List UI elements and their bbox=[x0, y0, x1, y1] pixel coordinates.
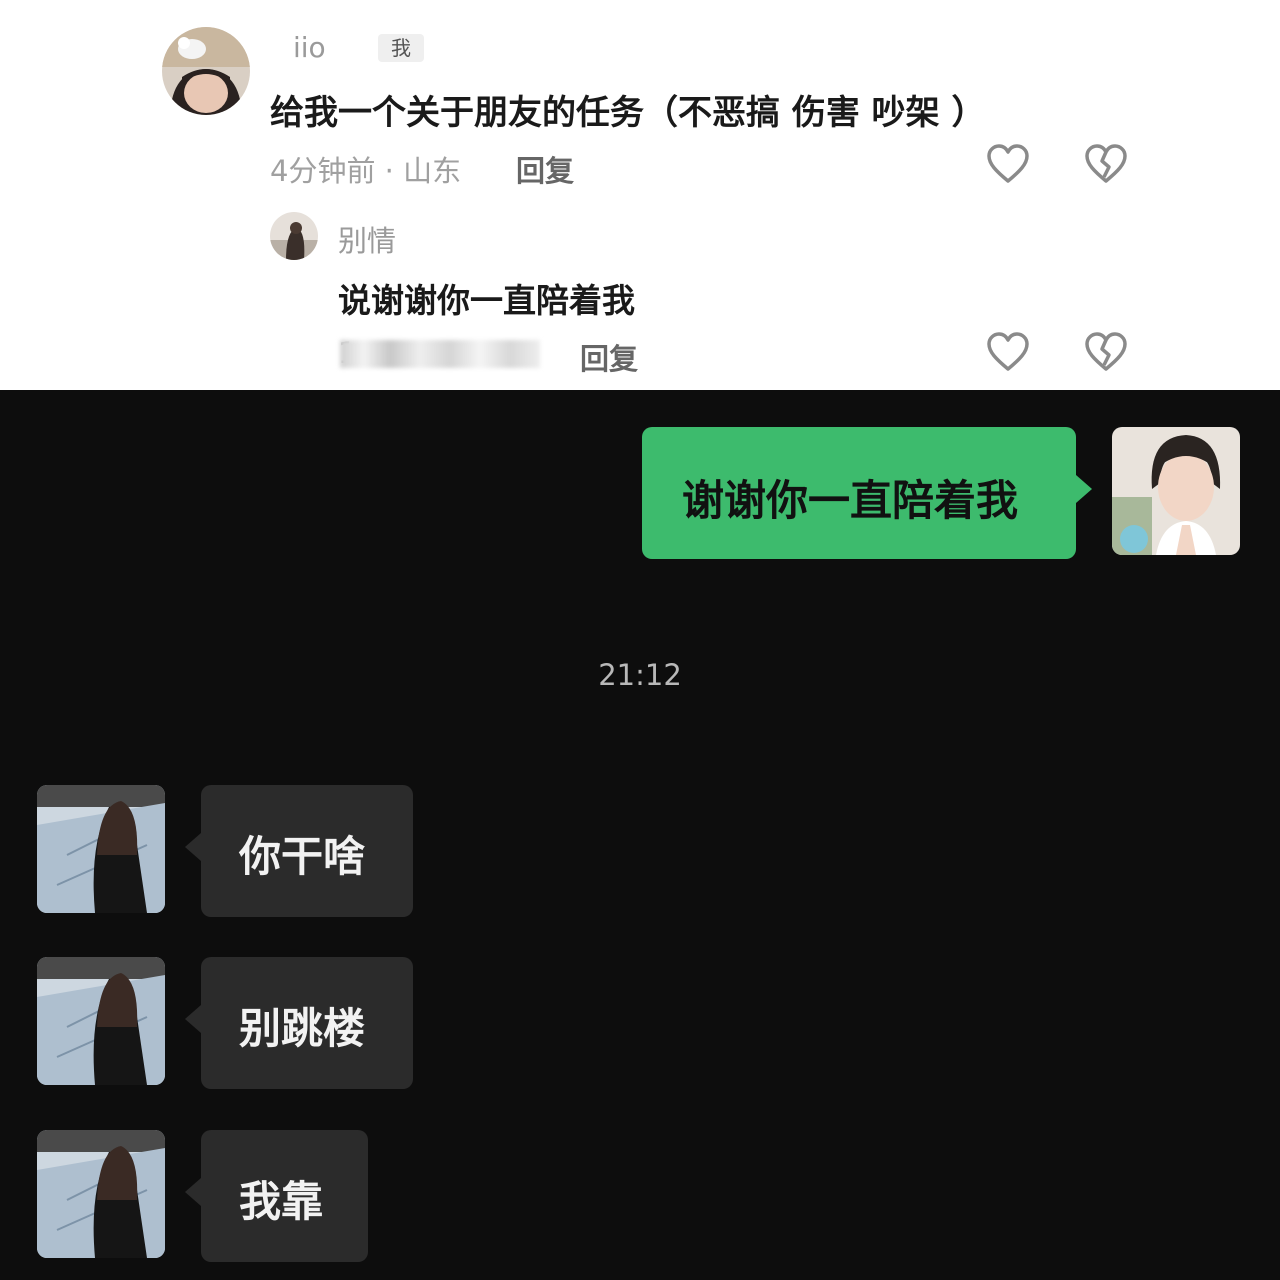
incoming-message-bubble[interactable]: 我靠 bbox=[201, 1130, 368, 1262]
contact-avatar[interactable] bbox=[37, 957, 165, 1085]
heart-outline-icon[interactable] bbox=[986, 331, 1030, 373]
reply-button[interactable]: 回复 bbox=[516, 148, 574, 190]
incoming-message-bubble[interactable]: 你干啥 bbox=[201, 785, 413, 917]
comment-meta: 4分钟前 · 山东 bbox=[270, 154, 462, 188]
chat-timestamp: 21:12 bbox=[598, 658, 682, 692]
outgoing-message-text: 谢谢你一直陪着我 bbox=[682, 476, 1019, 525]
incoming-bubble-tail bbox=[185, 1005, 201, 1033]
comment-section: iio 我 给我一个关于朋友的任务（不恶搞 伤害 吵架 ） 4分钟前 · 山东 … bbox=[0, 0, 1280, 390]
incoming-message-text: 我靠 bbox=[239, 1177, 324, 1226]
outgoing-bubble-tail bbox=[1076, 475, 1092, 503]
outgoing-message-bubble[interactable]: 谢谢你一直陪着我 bbox=[642, 427, 1076, 559]
blurred-time-location bbox=[340, 340, 540, 368]
reply-avatar[interactable] bbox=[270, 212, 318, 260]
incoming-bubble-tail bbox=[185, 833, 201, 861]
incoming-message-text: 你干啥 bbox=[239, 832, 366, 881]
reply-text: 说谢谢你一直陪着我 bbox=[338, 281, 635, 320]
reply-username[interactable]: 别情 bbox=[338, 218, 396, 260]
incoming-message-bubble[interactable]: 别跳楼 bbox=[201, 957, 413, 1089]
contact-avatar[interactable] bbox=[37, 785, 165, 913]
commenter-username[interactable]: iio bbox=[293, 31, 326, 64]
heart-outline-icon[interactable] bbox=[986, 143, 1030, 185]
reply-reply-button[interactable]: 回复 bbox=[580, 336, 638, 378]
commenter-avatar[interactable] bbox=[162, 27, 250, 115]
my-avatar[interactable] bbox=[1112, 427, 1240, 555]
incoming-message-text: 别跳楼 bbox=[239, 1004, 366, 1053]
me-badge: 我 bbox=[378, 34, 424, 62]
broken-heart-icon[interactable] bbox=[1084, 143, 1128, 185]
comment-text: 给我一个关于朋友的任务（不恶搞 伤害 吵架 ） bbox=[270, 93, 986, 133]
broken-heart-icon[interactable] bbox=[1084, 331, 1128, 373]
incoming-bubble-tail bbox=[185, 1178, 201, 1206]
contact-avatar[interactable] bbox=[37, 1130, 165, 1258]
